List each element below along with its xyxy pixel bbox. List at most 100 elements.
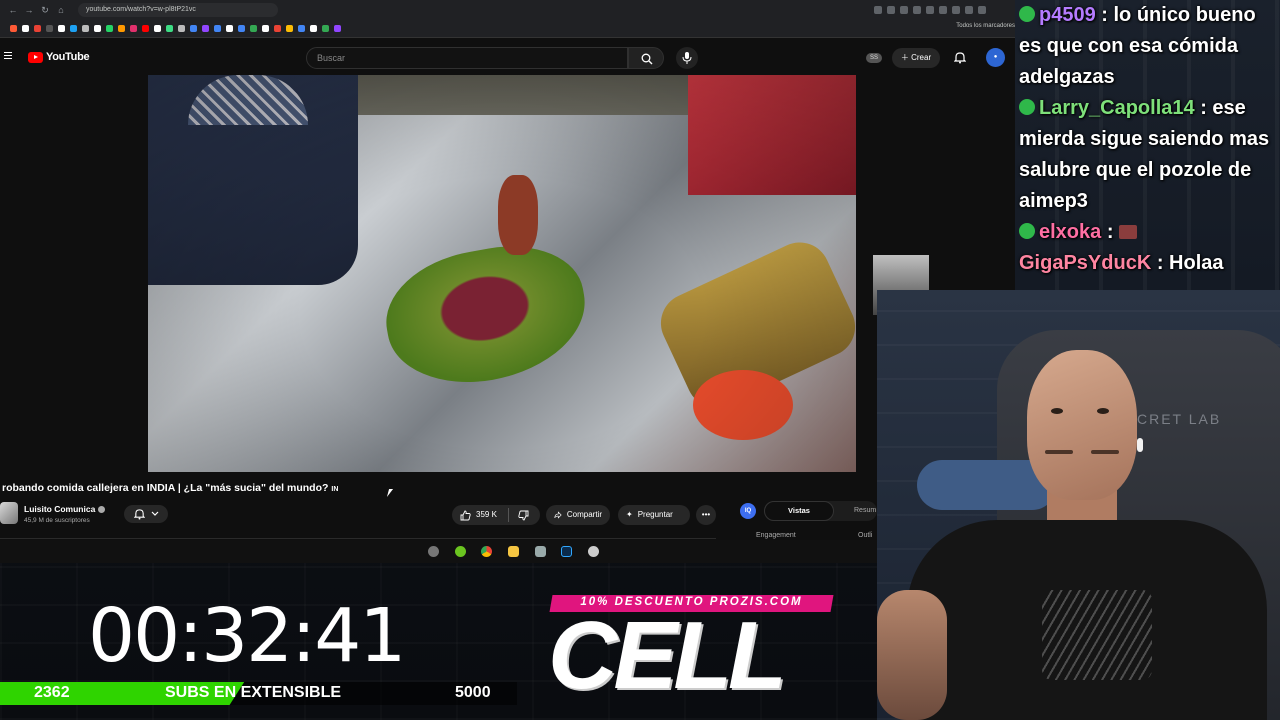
profile-icon[interactable]: [978, 6, 986, 14]
hamburger-menu-icon[interactable]: [4, 52, 12, 60]
subathon-timer: 00:32:41: [88, 593, 406, 679]
earbud: [1137, 438, 1143, 452]
analytics-tabs: Vistas Resum: [764, 501, 877, 521]
bookmark-icon[interactable]: [70, 25, 77, 32]
search-input[interactable]: Buscar: [306, 47, 628, 69]
bookmark-icon[interactable]: [106, 25, 113, 32]
thumbs-up-icon[interactable]: [460, 510, 471, 521]
back-icon[interactable]: ←: [8, 5, 18, 15]
bookmark-star-icon[interactable]: [900, 6, 908, 14]
share-label: Compartir: [566, 510, 602, 519]
like-count[interactable]: 359 K: [476, 505, 497, 525]
zoom-icon[interactable]: [874, 6, 882, 14]
bookmark-icon[interactable]: [202, 25, 209, 32]
account-avatar[interactable]: ●: [986, 48, 1005, 67]
bookmark-icon[interactable]: [310, 25, 317, 32]
chat-overlay: p4509 : lo único bueno es que con esa có…: [1015, 0, 1280, 290]
bookmark-icon[interactable]: [334, 25, 341, 32]
taskbar-app-icon[interactable]: [588, 546, 599, 557]
extension-icon[interactable]: [939, 6, 947, 14]
tab-resumen[interactable]: Resum: [854, 501, 876, 521]
bookmark-icon[interactable]: [214, 25, 221, 32]
channel-name[interactable]: Luisito Comunica: [24, 504, 106, 514]
bookmark-icon[interactable]: [154, 25, 161, 32]
bookmark-icon[interactable]: [130, 25, 137, 32]
taskbar-app-icon[interactable]: [535, 546, 546, 557]
chat-emote-icon: [1119, 225, 1138, 239]
bookmark-icon[interactable]: [322, 25, 329, 32]
subs-goal-label: SUBS EN EXTENSIBLE: [165, 684, 342, 701]
chrome-taskbar-icon[interactable]: [481, 546, 492, 557]
reload-icon[interactable]: ↻: [40, 5, 50, 15]
share-page-icon[interactable]: [887, 6, 895, 14]
all-bookmarks-link[interactable]: Todos los marcadores: [956, 23, 1015, 29]
bookmark-icon[interactable]: [118, 25, 125, 32]
stream-screen: ← → ↻ ⌂ youtube.com/watch?v=w-pl8tP21vc: [0, 0, 1280, 720]
youtube-logo[interactable]: YouTube: [28, 51, 90, 63]
file-explorer-taskbar-icon[interactable]: [508, 546, 519, 557]
subs-goal-bar: 2362 SUBS EN EXTENSIBLE 5000: [0, 682, 517, 705]
bookmark-icon[interactable]: [190, 25, 197, 32]
home-icon[interactable]: ⌂: [56, 5, 66, 15]
taskbar-app-icon[interactable]: [455, 546, 466, 557]
notifications-bell-icon[interactable]: [953, 51, 967, 69]
bookmark-icon[interactable]: [82, 25, 89, 32]
bookmark-icon[interactable]: [262, 25, 269, 32]
like-dislike-group: 359 K: [452, 505, 540, 525]
bookmark-icon[interactable]: [238, 25, 245, 32]
sparkle-icon: ✦: [626, 510, 633, 519]
chair-logo: CRET LAB: [1137, 411, 1222, 427]
bookmark-icon[interactable]: [142, 25, 149, 32]
bookmark-icon[interactable]: [22, 25, 29, 32]
microphone-icon: [682, 52, 692, 64]
bookmark-icon[interactable]: [298, 25, 305, 32]
engagement-label: Engagement: [756, 532, 796, 539]
shirt-graphic: [1042, 590, 1152, 680]
bookmark-icon[interactable]: [286, 25, 293, 32]
chat-username: elxoka: [1039, 221, 1102, 243]
address-bar[interactable]: youtube.com/watch?v=w-pl8tP21vc: [78, 3, 278, 17]
bell-icon: [133, 509, 145, 520]
bookmark-icon[interactable]: [250, 25, 257, 32]
ss-extension-badge[interactable]: SS: [866, 53, 882, 63]
share-button[interactable]: Compartir: [546, 505, 610, 525]
youtube-play-icon: [28, 51, 43, 63]
thumbs-down-icon[interactable]: [518, 510, 529, 521]
bookmark-icon[interactable]: [10, 25, 17, 32]
voice-search-button[interactable]: [676, 47, 698, 69]
bookmark-icon[interactable]: [58, 25, 65, 32]
bookmark-icon[interactable]: [46, 25, 53, 32]
forward-icon[interactable]: →: [24, 5, 34, 15]
bookmark-icon[interactable]: [166, 25, 173, 32]
like-divider: [507, 508, 509, 522]
extension-icon[interactable]: [926, 6, 934, 14]
chat-badge-icon: [1019, 6, 1035, 22]
bookmark-icon[interactable]: [226, 25, 233, 32]
extension-icon[interactable]: [913, 6, 921, 14]
browser-window: ← → ↻ ⌂ youtube.com/watch?v=w-pl8tP21vc: [0, 0, 1015, 563]
taskbar-app-icon[interactable]: [428, 546, 439, 557]
bookmark-icon[interactable]: [178, 25, 185, 32]
iq-extension-icon[interactable]: IQ: [740, 503, 756, 519]
ask-button[interactable]: ✦ Preguntar: [618, 505, 690, 525]
create-button[interactable]: ＋ Crear: [892, 48, 940, 68]
menu-icon[interactable]: [965, 6, 973, 14]
subscription-bell-button[interactable]: [124, 505, 168, 523]
video-title: robando comida callejera en INDIA | ¿La …: [2, 482, 338, 494]
bookmark-icon[interactable]: [34, 25, 41, 32]
channel-avatar[interactable]: [0, 502, 18, 524]
more-actions-button[interactable]: •••: [696, 505, 716, 525]
create-label: Crear: [911, 53, 932, 62]
eyebrow: [1091, 450, 1119, 454]
bookmark-icon[interactable]: [94, 25, 101, 32]
download-icon[interactable]: [952, 6, 960, 14]
video-player[interactable]: [148, 75, 856, 472]
chat-text: :: [1101, 221, 1120, 243]
bookmark-icon[interactable]: [274, 25, 281, 32]
photoshop-taskbar-icon[interactable]: [561, 546, 572, 557]
search-button[interactable]: [628, 47, 664, 69]
channel-name-text: Luisito Comunica: [24, 504, 96, 514]
chat-message: p4509 : lo único bueno es que con esa có…: [1015, 0, 1280, 93]
tab-vistas[interactable]: Vistas: [764, 501, 834, 521]
chat-username: p4509: [1039, 4, 1096, 26]
